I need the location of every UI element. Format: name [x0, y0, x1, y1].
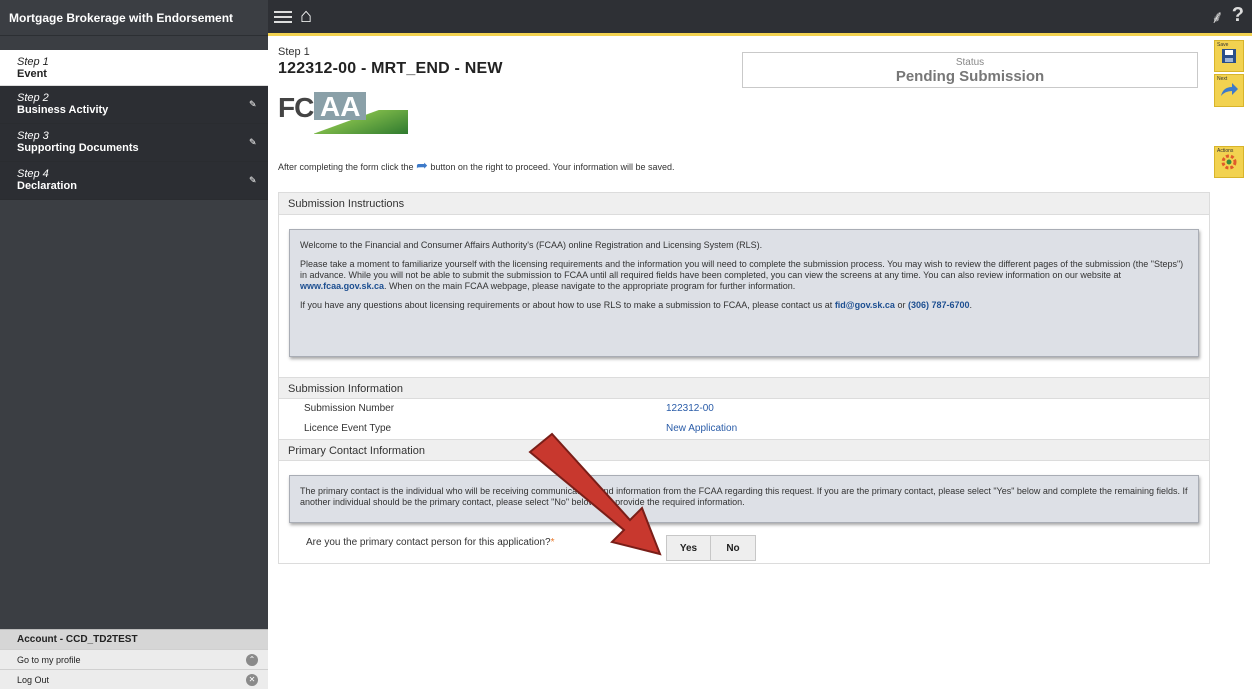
logout-link-label: Log Out	[17, 675, 50, 685]
feather-icon: ⸙	[1210, 7, 1225, 27]
logout-link[interactable]: Log Out ✕	[0, 669, 268, 689]
section-heading: Submission Instructions	[279, 193, 1209, 215]
step-name: Business Activity	[17, 104, 109, 116]
account-label: Account - CCD_TD2TEST	[0, 629, 268, 649]
question-text: Are you the primary contact person for t…	[306, 537, 551, 548]
actions-button[interactable]: Actions	[1214, 146, 1244, 178]
step-number: Step 1	[17, 56, 49, 68]
status-value: Pending Submission	[895, 68, 1045, 85]
actions-label: Actions	[1217, 148, 1234, 154]
sidebar-step-1[interactable]: Step 1 Event	[0, 50, 268, 86]
profile-link[interactable]: Go to my profile ⌃	[0, 649, 268, 669]
gear-icon	[1215, 154, 1243, 176]
step-number: Step 3	[17, 130, 49, 142]
sidebar-gap	[0, 36, 268, 50]
info-text: .	[969, 300, 973, 310]
section-heading: Primary Contact Information	[279, 439, 1209, 461]
top-bar: ⌂ ⸙ ?	[268, 0, 1252, 36]
menu-icon[interactable]	[274, 8, 292, 26]
info-paragraph: If you have any questions about licensin…	[300, 300, 1188, 311]
info-text: Please take a moment to familiarize your…	[300, 259, 1184, 280]
phone-number: (306) 787-6700	[908, 300, 970, 310]
logo-text-left: FC	[278, 92, 314, 123]
row-value: 122312-00	[666, 403, 714, 414]
forward-arrow-icon: ➦	[416, 157, 428, 173]
form-panel: Submission Instructions Welcome to the F…	[278, 192, 1210, 564]
close-icon: ✕	[246, 674, 258, 686]
logo-text-right: AA	[314, 92, 367, 122]
yes-no-toggle: Yes No	[666, 535, 756, 561]
profile-link-label: Go to my profile	[17, 655, 81, 665]
instruction-before: After completing the form click the	[278, 162, 414, 172]
row-value: New Application	[666, 423, 738, 434]
pencil-icon: ✎	[249, 137, 257, 147]
step-name: Event	[17, 68, 47, 80]
sidebar-step-4[interactable]: Step 4 Declaration ✎	[0, 162, 268, 200]
section-heading: Submission Information	[279, 377, 1209, 399]
instruction-after: button on the right to proceed. Your inf…	[430, 162, 675, 172]
step-number: Step 4	[17, 168, 49, 180]
info-text: . When on the main FCAA webpage, please …	[384, 281, 796, 291]
primary-contact-question: Are you the primary contact person for t…	[279, 535, 1209, 575]
home-icon[interactable]: ⌂	[300, 4, 312, 28]
sidebar: Mortgage Brokerage with Endorsement Step…	[0, 0, 268, 689]
current-step-label: Step 1	[278, 46, 310, 58]
step-name: Supporting Documents	[17, 142, 139, 154]
status-box: Status Pending Submission	[742, 52, 1198, 88]
question-label: Are you the primary contact person for t…	[306, 537, 554, 548]
sidebar-footer: Account - CCD_TD2TEST Go to my profile ⌃…	[0, 629, 268, 689]
sidebar-step-2[interactable]: Step 2 Business Activity ✎	[0, 86, 268, 124]
fcaa-logo: FC AA	[278, 90, 408, 134]
info-paragraph: Please take a moment to familiarize your…	[300, 259, 1188, 292]
floppy-disk-icon	[1215, 48, 1243, 70]
instruction-text: After completing the form click the ➦ bu…	[278, 157, 728, 173]
info-text: If you have any questions about licensin…	[300, 300, 833, 310]
row-label: Licence Event Type	[304, 423, 392, 434]
help-icon[interactable]: ?	[1232, 4, 1244, 27]
pencil-icon: ✎	[249, 175, 257, 185]
next-button[interactable]: Next	[1214, 74, 1244, 107]
save-button[interactable]: Save	[1214, 40, 1244, 72]
website-link[interactable]: www.fcaa.gov.sk.ca	[300, 281, 384, 291]
next-label: Next	[1217, 76, 1228, 82]
save-label: Save	[1217, 42, 1229, 48]
status-label: Status	[955, 57, 985, 68]
no-button[interactable]: No	[711, 536, 755, 560]
app-title: Mortgage Brokerage with Endorsement	[0, 0, 268, 36]
sidebar-step-3[interactable]: Step 3 Supporting Documents ✎	[0, 124, 268, 162]
pencil-icon: ✎	[249, 99, 257, 109]
step-name: Declaration	[17, 180, 77, 192]
forward-arrow-icon	[1215, 82, 1243, 104]
row-label: Submission Number	[304, 403, 395, 414]
info-row: Submission Number 122312-00	[279, 399, 1209, 419]
annotation-arrow-icon	[528, 432, 662, 556]
info-text: or	[897, 300, 906, 310]
page-title: 122312-00 - MRT_END - NEW	[278, 60, 503, 77]
primary-contact-info-box: The primary contact is the individual wh…	[289, 475, 1199, 523]
step-number: Step 2	[17, 92, 49, 104]
yes-button[interactable]: Yes	[667, 536, 711, 560]
info-paragraph: Welcome to the Financial and Consumer Af…	[300, 240, 763, 250]
info-paragraph: The primary contact is the individual wh…	[300, 486, 1188, 507]
instructions-info-box: Welcome to the Financial and Consumer Af…	[289, 229, 1199, 357]
chevron-up-icon: ⌃	[246, 654, 258, 666]
email-link[interactable]: fid@gov.sk.ca	[835, 300, 895, 310]
info-row: Licence Event Type New Application	[279, 419, 1209, 439]
